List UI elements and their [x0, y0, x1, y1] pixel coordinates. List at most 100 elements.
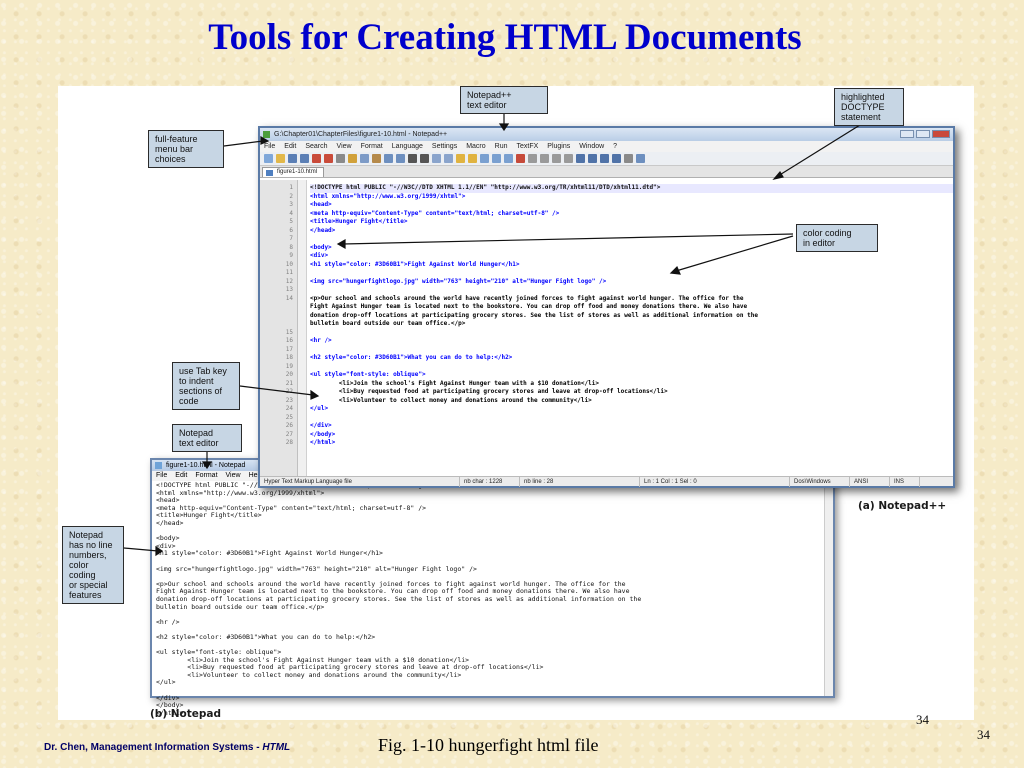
- code-line: <p>Our school and schools around the wor…: [310, 294, 744, 302]
- sync-scroll-icon[interactable]: [456, 154, 465, 163]
- line-number: 11: [285, 269, 293, 276]
- menu-language[interactable]: Language: [392, 143, 423, 150]
- minimize-button[interactable]: [900, 130, 914, 138]
- zoom-in-icon[interactable]: [432, 154, 441, 163]
- show-all-chars-icon[interactable]: [492, 154, 501, 163]
- status-encoding: ANSI: [850, 476, 890, 487]
- play-macro-icon[interactable]: [540, 154, 549, 163]
- menu-textfx[interactable]: TextFX: [517, 143, 539, 150]
- maximize-button[interactable]: [916, 130, 930, 138]
- menu-edit[interactable]: Edit: [284, 143, 296, 150]
- notepad-line: <body>: [156, 535, 180, 543]
- close-button[interactable]: [932, 130, 950, 138]
- menu-help[interactable]: ?: [613, 143, 617, 150]
- print-icon[interactable]: [336, 154, 345, 163]
- callout-color-coding: color coding in editor: [796, 224, 878, 252]
- callout-tab-key: use Tab key to indent sections of code: [172, 362, 240, 410]
- new-file-icon[interactable]: [264, 154, 273, 163]
- notepad-line: [156, 641, 829, 649]
- menu-search[interactable]: Search: [305, 143, 327, 150]
- notepadpp-app-icon: [263, 131, 270, 138]
- paste-icon[interactable]: [372, 154, 381, 163]
- menu-macro[interactable]: Macro: [466, 143, 485, 150]
- line-number: 16: [285, 337, 293, 344]
- code-line: <li>Volunteer to collect money and donat…: [310, 396, 592, 404]
- line-number: 25: [285, 413, 293, 421]
- word-wrap-icon[interactable]: [480, 154, 489, 163]
- sync-horizontal-icon[interactable]: [468, 154, 477, 163]
- triangle-down-icon[interactable]: [600, 154, 609, 163]
- spell-check-icon[interactable]: [624, 154, 633, 163]
- record-macro-icon[interactable]: [516, 154, 525, 163]
- notepad-window: figure1-10.html - Notepad File Edit Form…: [150, 458, 835, 716]
- align-icon[interactable]: [612, 154, 621, 163]
- line-number: [260, 312, 297, 321]
- zoom-out-icon[interactable]: [444, 154, 453, 163]
- notepadpp-title-bar[interactable]: G:\Chapter01\ChapterFiles\figure1-10.htm…: [260, 128, 953, 141]
- line-number: 6: [289, 226, 293, 234]
- callout-full-feature-menu: full-feature menu bar choices: [148, 130, 224, 168]
- notepad-line: <div>: [156, 542, 176, 550]
- save-macro-icon[interactable]: [564, 154, 573, 163]
- menu-window[interactable]: Window: [579, 143, 604, 150]
- line-number: 8: [289, 243, 293, 251]
- triangle-up-icon[interactable]: [588, 154, 597, 163]
- line-number: 14: [285, 294, 293, 302]
- menu-file[interactable]: File: [264, 143, 275, 150]
- line-number: 9: [289, 252, 293, 259]
- play-multiple-icon[interactable]: [552, 154, 561, 163]
- close-file-icon[interactable]: [312, 154, 321, 163]
- textfx-icon[interactable]: [576, 154, 585, 163]
- notepad-line: </head>: [156, 519, 184, 527]
- line-number: [260, 303, 297, 312]
- line-number: 23: [285, 396, 293, 404]
- notepadpp-window: G:\Chapter01\ChapterFiles\figure1-10.htm…: [258, 126, 955, 488]
- code-line: <ul style="font-style: oblique">: [310, 371, 426, 378]
- indent-guide-icon[interactable]: [504, 154, 513, 163]
- cut-icon[interactable]: [348, 154, 357, 163]
- notepad-window-title: figure1-10.html - Notepad: [166, 462, 246, 469]
- callout-notepad-features: Notepad has no line numbers, color codin…: [62, 526, 124, 604]
- notepad-line: <h2 style="color: #3D60B1">What you can …: [156, 633, 376, 641]
- replace-icon[interactable]: [420, 154, 429, 163]
- notepad-scrollbar[interactable]: [824, 481, 833, 696]
- save-icon[interactable]: [288, 154, 297, 163]
- find-icon[interactable]: [408, 154, 417, 163]
- tab-figure1-10[interactable]: figure1-10.html: [262, 167, 325, 177]
- fold-margin[interactable]: [298, 180, 307, 476]
- code-line: <li>Buy requested food at participating …: [310, 388, 668, 395]
- page-number: 34: [977, 727, 990, 742]
- copy-icon[interactable]: [360, 154, 369, 163]
- notepad-menu-view[interactable]: View: [226, 471, 241, 481]
- code-line: <!DOCTYPE html PUBLIC "-//W3C//DTD XHTML…: [310, 184, 953, 193]
- notepad-line: </html>: [156, 709, 184, 717]
- stop-macro-icon[interactable]: [528, 154, 537, 163]
- menu-view[interactable]: View: [337, 143, 352, 150]
- notepad-menu-edit[interactable]: Edit: [175, 471, 187, 481]
- open-file-icon[interactable]: [276, 154, 285, 163]
- save-all-icon[interactable]: [300, 154, 309, 163]
- menu-plugins[interactable]: Plugins: [547, 143, 570, 150]
- figure-caption: Fig. 1-10 hungerfight html file: [378, 735, 599, 755]
- inner-page-number: 34: [916, 712, 929, 727]
- code-line: <h2 style="color: #3D60B1">What you can …: [310, 354, 513, 361]
- line-number: 18: [285, 354, 293, 361]
- notepad-text-area[interactable]: <!DOCTYPE html PUBLIC "-//W3C//DTD XHTML…: [152, 481, 833, 718]
- callout-highlighted-doctype: highlighted DOCTYPE statement: [834, 88, 904, 126]
- line-number: 21: [285, 379, 293, 387]
- menu-run[interactable]: Run: [495, 143, 508, 150]
- filter-icon[interactable]: [636, 154, 645, 163]
- line-number: 24: [285, 405, 293, 412]
- menu-settings[interactable]: Settings: [432, 143, 457, 150]
- redo-icon[interactable]: [396, 154, 405, 163]
- footer-author: Dr. Chen, Management Information Systems…: [44, 742, 290, 753]
- notepad-line: Fight Against Hunger team is located nex…: [156, 588, 630, 596]
- notepad-menu-format[interactable]: Format: [195, 471, 217, 481]
- undo-icon[interactable]: [384, 154, 393, 163]
- close-all-icon[interactable]: [324, 154, 333, 163]
- notepad-menu-file[interactable]: File: [156, 471, 167, 481]
- notepad-line: </body>: [156, 702, 184, 710]
- menu-format[interactable]: Format: [361, 143, 383, 150]
- code-line: Fight Against Hunger team is located nex…: [310, 303, 748, 310]
- line-number: 7: [289, 235, 293, 242]
